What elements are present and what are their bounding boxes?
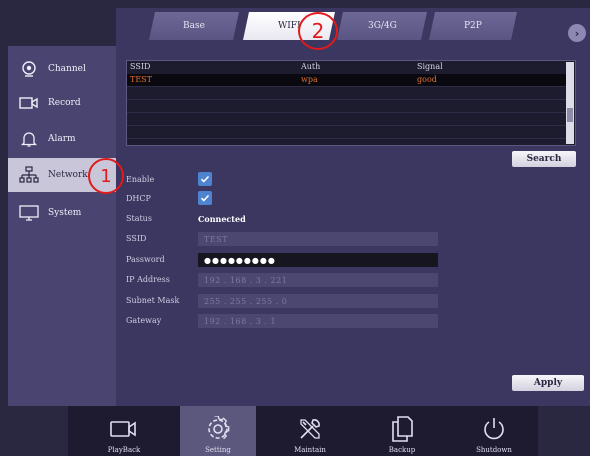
- dock-label: Maintain: [294, 446, 326, 454]
- annotation-circle-1: 1: [88, 158, 124, 194]
- chevron-right-icon: ›: [574, 26, 580, 40]
- sidebar-item-label: Alarm: [48, 134, 76, 144]
- gateway-field[interactable]: 192 . 168 . 3 . 1: [198, 314, 438, 328]
- password-field[interactable]: ●●●●●●●●●: [198, 253, 438, 267]
- ip-address-value: 192 . 168 . 3 . 221: [204, 275, 288, 285]
- password-label: Password: [126, 255, 165, 264]
- checkmark-icon: [200, 175, 210, 183]
- column-header-auth: Auth: [301, 62, 321, 71]
- copy-icon: [387, 414, 417, 444]
- tools-icon: [295, 414, 325, 444]
- status-value: Connected: [198, 214, 246, 224]
- enable-label: Enable: [126, 175, 155, 184]
- row-ssid: TEST: [130, 75, 152, 84]
- tab-base[interactable]: Base: [149, 12, 239, 40]
- gateway-label: Gateway: [126, 316, 162, 325]
- apply-button[interactable]: Apply: [512, 375, 584, 391]
- dock-backup[interactable]: Backup: [364, 406, 440, 456]
- gateway-value: 192 . 168 . 3 . 1: [204, 316, 277, 326]
- sidebar-item-record[interactable]: Record: [8, 86, 116, 120]
- column-header-signal: Signal: [417, 62, 443, 71]
- sidebar: Channel Record Alarm Network System: [8, 46, 116, 406]
- dock-label: Shutdown: [476, 446, 512, 454]
- sidebar-item-label: Network: [48, 170, 88, 180]
- subnet-mask-field[interactable]: 255 . 255 . 255 . 0: [198, 294, 438, 308]
- row-signal: good: [417, 75, 437, 84]
- sidebar-item-system[interactable]: System: [8, 196, 116, 230]
- monitor-icon: [18, 202, 40, 224]
- dock-label: PlayBack: [107, 446, 141, 454]
- ssid-field[interactable]: TEST: [198, 232, 438, 246]
- tab-3g4g[interactable]: 3G/4G: [337, 12, 427, 40]
- network-wifi-panel: SSID Auth Signal TEST wpa good Search En…: [116, 46, 590, 406]
- sidebar-item-channel[interactable]: Channel: [8, 52, 116, 86]
- column-header-ssid: SSID: [130, 62, 151, 71]
- bottom-dock: PlayBack Setting Maintain Backup Shutdow…: [68, 406, 538, 456]
- status-label: Status: [126, 214, 152, 223]
- ip-address-field[interactable]: 192 . 168 . 3 . 221: [198, 273, 438, 287]
- dock-shutdown[interactable]: Shutdown: [456, 406, 532, 456]
- dock-setting[interactable]: Setting: [180, 406, 256, 456]
- search-button-label: Search: [526, 154, 562, 164]
- tab-3g4g-label: 3G/4G: [367, 21, 397, 31]
- tab-base-label: Base: [183, 21, 205, 31]
- dock-label: Setting: [205, 446, 231, 454]
- dhcp-checkbox[interactable]: [198, 191, 212, 205]
- dock-label: Backup: [388, 446, 416, 454]
- camera-icon: [18, 58, 40, 80]
- table-row[interactable]: [127, 87, 567, 100]
- ssid-label: SSID: [126, 234, 147, 243]
- search-button[interactable]: Search: [512, 151, 576, 167]
- annotation-number: 1: [100, 165, 112, 187]
- enable-checkbox[interactable]: [198, 172, 212, 186]
- tab-p2p[interactable]: P2P: [429, 12, 517, 40]
- ssid-value: TEST: [204, 234, 228, 244]
- tab-next-button[interactable]: ›: [568, 24, 586, 42]
- tab-p2p-label: P2P: [464, 21, 482, 31]
- sidebar-item-label: Record: [48, 98, 81, 108]
- password-value: ●●●●●●●●●: [204, 255, 276, 265]
- dock-maintain[interactable]: Maintain: [272, 406, 348, 456]
- wifi-list-scrollbar[interactable]: [566, 62, 574, 144]
- table-row[interactable]: TEST wpa good: [127, 74, 567, 87]
- video-camera-icon: [109, 414, 139, 444]
- table-row[interactable]: [127, 113, 567, 126]
- table-row[interactable]: [127, 100, 567, 113]
- bell-icon: [18, 128, 40, 150]
- sidebar-item-label: System: [48, 208, 82, 218]
- gear-icon: [203, 414, 233, 444]
- subnet-mask-value: 255 . 255 . 255 . 0: [204, 296, 288, 306]
- tab-wifi-label: WIFI: [277, 21, 301, 31]
- wifi-list-header: SSID Auth Signal: [127, 61, 567, 74]
- scrollbar-thumb[interactable]: [567, 108, 573, 122]
- table-row[interactable]: [127, 126, 567, 139]
- annotation-number: 2: [311, 19, 325, 43]
- dhcp-label: DHCP: [126, 194, 151, 203]
- sidebar-item-alarm[interactable]: Alarm: [8, 122, 116, 156]
- annotation-circle-2: 2: [298, 12, 338, 50]
- setting-window: Base WIFI 3G/4G P2P › Channel Record Ala…: [0, 0, 590, 456]
- row-auth: wpa: [301, 75, 318, 84]
- network-icon: [18, 164, 40, 186]
- apply-button-label: Apply: [533, 378, 563, 388]
- sidebar-item-label: Channel: [48, 64, 86, 74]
- power-icon: [479, 414, 509, 444]
- checkmark-icon: [200, 194, 210, 202]
- video-record-icon: [18, 92, 40, 114]
- subnet-mask-label: Subnet Mask: [126, 296, 180, 305]
- dock-playback[interactable]: PlayBack: [86, 406, 162, 456]
- wifi-list[interactable]: SSID Auth Signal TEST wpa good: [126, 60, 576, 146]
- ip-address-label: IP Address: [126, 275, 170, 284]
